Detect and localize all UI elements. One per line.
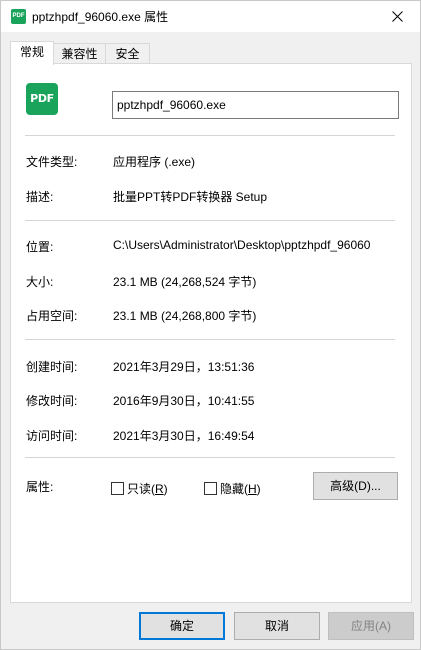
divider	[25, 457, 395, 458]
size-value: 23.1 MB (24,268,524 字节)	[113, 275, 257, 289]
pdf-app-icon: PDF	[26, 83, 58, 115]
hidden-label: 隐藏(H)	[220, 482, 261, 496]
description-value: 批量PPT转PDF转换器 Setup	[113, 190, 268, 204]
accessed-label: 访问时间:	[26, 429, 78, 443]
hidden-checkbox[interactable]: 隐藏(H)	[204, 480, 261, 497]
file-type-value: 应用程序 (.exe)	[113, 155, 196, 169]
general-panel: PDF pptzhpdf_96060.exe 文件类型: 应用程序 (.exe)…	[10, 63, 412, 603]
disk-size-value: 23.1 MB (24,268,800 字节)	[113, 309, 257, 323]
divider	[25, 220, 395, 221]
checkbox-box[interactable]	[204, 482, 217, 495]
created-value: 2021年3月29日，13:51:36	[113, 360, 255, 374]
cancel-button[interactable]: 取消	[234, 612, 320, 640]
location-label: 位置:	[26, 240, 54, 254]
apply-button[interactable]: 应用(A)	[328, 612, 414, 640]
properties-window: PDF pptzhpdf_96060.exe 属性 常规 兼容性 安全 PDF …	[0, 0, 421, 650]
tab-security[interactable]: 安全	[105, 43, 150, 64]
accessed-value: 2021年3月30日，16:49:54	[113, 429, 255, 443]
created-label: 创建时间:	[26, 360, 78, 374]
ok-button[interactable]: 确定	[139, 612, 225, 640]
close-button[interactable]	[374, 1, 420, 32]
attributes-label: 属性:	[26, 480, 54, 494]
disk-size-label: 占用空间:	[26, 309, 78, 323]
tab-general[interactable]: 常规	[10, 41, 54, 65]
window-title: pptzhpdf_96060.exe 属性	[32, 10, 169, 24]
modified-value: 2016年9月30日，10:41:55	[113, 394, 255, 408]
title-bar: PDF pptzhpdf_96060.exe 属性	[1, 1, 420, 32]
file-type-label: 文件类型:	[26, 155, 78, 169]
readonly-checkbox[interactable]: 只读(R)	[111, 480, 168, 497]
divider	[25, 339, 395, 340]
close-icon	[391, 11, 403, 22]
tab-compatibility[interactable]: 兼容性	[53, 43, 106, 64]
location-value: C:\Users\Administrator\Desktop\pptzhpdf_…	[113, 238, 371, 252]
modified-label: 修改时间:	[26, 394, 78, 408]
file-name-field[interactable]: pptzhpdf_96060.exe	[112, 91, 399, 119]
readonly-label: 只读(R)	[127, 482, 168, 496]
description-label: 描述:	[26, 190, 54, 204]
pdf-app-icon: PDF	[11, 9, 26, 24]
size-label: 大小:	[26, 275, 54, 289]
checkbox-box[interactable]	[111, 482, 124, 495]
divider	[25, 135, 395, 136]
advanced-button[interactable]: 高级(D)...	[313, 472, 398, 500]
